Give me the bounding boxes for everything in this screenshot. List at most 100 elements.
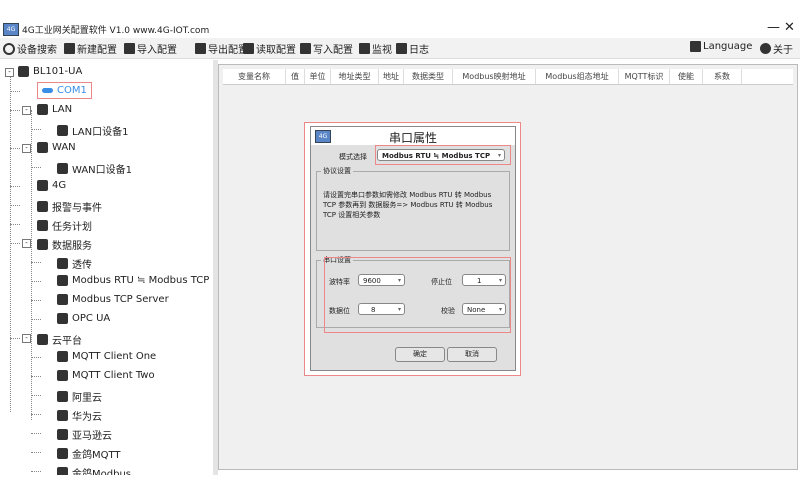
language-button[interactable]: Language	[690, 41, 752, 52]
tree-line	[31, 395, 41, 396]
node-icon	[37, 220, 48, 231]
new-config-icon	[64, 43, 75, 54]
node-icon	[57, 294, 68, 305]
log-icon	[396, 43, 407, 54]
node-icon	[57, 163, 68, 174]
ok-button[interactable]: 确定	[395, 347, 445, 362]
minimize-button[interactable]: —	[767, 20, 780, 35]
toolbar-label: 监视	[372, 45, 392, 56]
tree-item[interactable]: 4G	[37, 180, 66, 191]
close-button[interactable]: ✕	[784, 20, 795, 35]
tree-item-label: 金鸽MQTT	[72, 450, 121, 461]
tree-line	[31, 433, 41, 434]
column-header[interactable]: 使能	[670, 69, 703, 84]
node-icon	[37, 201, 48, 212]
toolbar-upload-button[interactable]: 读取配置	[243, 41, 296, 56]
tree-item[interactable]: LAN口设备1	[57, 123, 128, 138]
toolbar-new-config-button[interactable]: 新建配置	[64, 41, 117, 56]
tree-item[interactable]: LAN	[37, 104, 72, 115]
node-icon	[37, 239, 48, 250]
about-button[interactable]: 关于	[760, 41, 793, 56]
tree-line	[10, 110, 20, 111]
tree-item[interactable]: COM1	[37, 82, 92, 99]
tree-line	[31, 110, 32, 420]
tree-line	[31, 471, 41, 472]
tree-item[interactable]: 透传	[57, 256, 92, 271]
tree-line	[10, 338, 20, 339]
tree-item[interactable]: 金鸽Modbus	[57, 465, 131, 475]
column-header[interactable]: Modbus组态地址	[536, 69, 619, 84]
protocol-group-label: 协议设置	[321, 166, 353, 176]
tree-item-label: 华为云	[72, 412, 102, 423]
about-label: 关于	[773, 45, 793, 56]
tree-item-label: 亚马逊云	[72, 431, 112, 442]
dialog-title: 串口属性	[389, 131, 438, 145]
app-icon: 4G	[3, 23, 19, 36]
tree-item-label: WAN	[52, 142, 76, 153]
toolbar-export-button[interactable]: 导出配置	[195, 41, 248, 56]
tree-item-label: BL101-UA	[33, 66, 83, 77]
device-tree: - BL101-UA COM1 - LAN LAN口设备1 - WAN WAN口设备1 4G 报警与…	[0, 60, 212, 475]
window-title: 4G工业网关配置软件 V1.0 www.4G-IOT.com	[22, 26, 210, 36]
protocol-group: 协议设置 请设置完串口参数如需修改 Modbus RTU 转 Modbus TC…	[316, 166, 510, 251]
node-icon	[18, 66, 29, 77]
tree-item-label: MQTT Client One	[72, 351, 157, 362]
toolbar-label: 日志	[409, 45, 429, 56]
tree-item[interactable]: WAN口设备1	[57, 161, 132, 176]
tree-item[interactable]: 数据服务	[37, 237, 92, 252]
tree-item[interactable]: 任务计划	[37, 218, 92, 233]
collapse-toggle[interactable]: -	[22, 334, 31, 343]
tree-line	[10, 186, 20, 187]
tree-item-label: COM1	[57, 85, 87, 96]
tree-item[interactable]: 金鸽MQTT	[57, 446, 121, 461]
tree-item[interactable]: Modbus TCP Server	[57, 294, 169, 305]
node-icon	[37, 104, 48, 115]
tree-item-label: 金鸽Modbus	[72, 469, 131, 475]
tree-item[interactable]: 阿里云	[57, 389, 102, 404]
import-icon	[124, 43, 135, 54]
tree-item-label: LAN	[52, 104, 73, 115]
column-header[interactable]: Modbus映射地址	[453, 69, 536, 84]
tree-line	[31, 281, 41, 282]
column-header[interactable]: 地址	[379, 69, 404, 84]
collapse-toggle[interactable]: -	[22, 106, 31, 115]
tree-item[interactable]: 云平台	[37, 332, 82, 347]
column-header[interactable]: 地址类型	[331, 69, 379, 84]
tree-item-label: 云平台	[52, 336, 82, 347]
column-header[interactable]: 值	[286, 69, 305, 84]
tree-item[interactable]: 亚马逊云	[57, 427, 112, 442]
collapse-toggle[interactable]: -	[22, 144, 31, 153]
toolbar-monitor-button[interactable]: 监视	[359, 41, 392, 56]
node-icon	[57, 429, 68, 440]
collapse-toggle[interactable]: -	[5, 68, 14, 77]
column-header[interactable]: MQTT标识	[619, 69, 670, 84]
tree-item[interactable]: WAN	[37, 142, 76, 153]
toolbar-label: 导出配置	[208, 45, 248, 56]
collapse-toggle[interactable]: -	[22, 239, 31, 248]
cancel-button[interactable]: 取消	[447, 347, 497, 362]
node-icon	[42, 88, 53, 93]
tree-item[interactable]: MQTT Client One	[57, 351, 156, 362]
tree-item[interactable]: BL101-UA	[18, 66, 82, 77]
column-header[interactable]: 数据类型	[404, 69, 453, 84]
toolbar-search-button[interactable]: 设备搜索	[3, 41, 57, 56]
tree-item[interactable]: 华为云	[57, 408, 102, 423]
column-header[interactable]: 单位	[305, 69, 331, 84]
tree-line	[31, 129, 41, 130]
tree-line	[31, 319, 41, 320]
tree-item-label: WAN口设备1	[72, 165, 133, 176]
tree-item[interactable]: Modbus RTU ≒ Modbus TCP	[57, 275, 209, 286]
tree-line	[10, 205, 20, 206]
node-icon	[57, 275, 68, 286]
tree-item[interactable]: 报警与事件	[37, 199, 102, 214]
column-header[interactable]: 系数	[703, 69, 742, 84]
toolbar-import-button[interactable]: 导入配置	[124, 41, 177, 56]
toolbar-download-button[interactable]: 写入配置	[300, 41, 353, 56]
toolbar-log-button[interactable]: 日志	[396, 41, 429, 56]
tree-item[interactable]: OPC UA	[57, 313, 110, 324]
column-header[interactable]: 变量名称	[223, 69, 286, 84]
tree-item-label: 阿里云	[72, 393, 102, 404]
tree-item[interactable]: MQTT Client Two	[57, 370, 155, 381]
node-icon	[57, 125, 68, 136]
tree-line	[31, 300, 41, 301]
